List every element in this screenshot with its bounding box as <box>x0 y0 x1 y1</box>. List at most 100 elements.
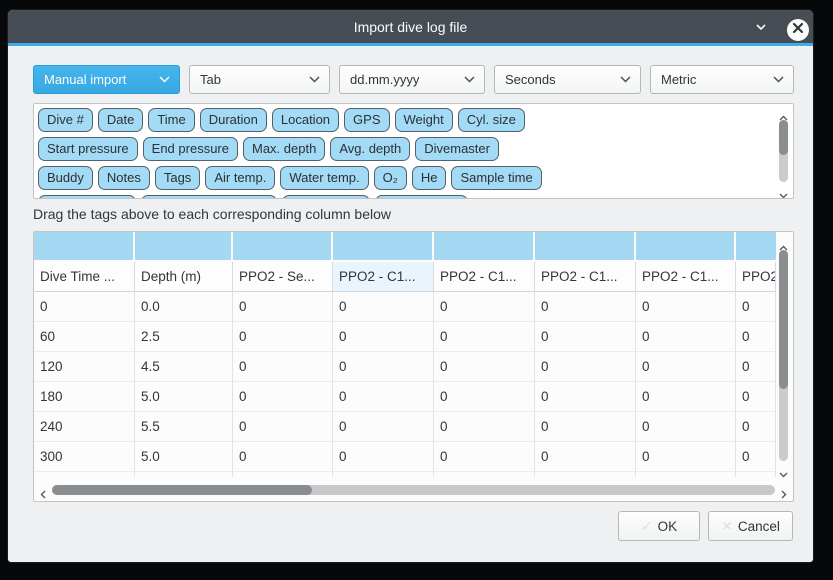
tag-location[interactable]: Location <box>272 108 339 132</box>
tag-sample-cns[interactable]: Sample CNS <box>375 195 468 199</box>
drop-target-cell[interactable] <box>434 232 535 260</box>
cancel-button[interactable]: ✕ Cancel <box>708 511 793 541</box>
tag-divemaster[interactable]: Divemaster <box>415 137 499 161</box>
tag-rows: Dive #DateTimeDurationLocationGPSWeightC… <box>34 104 793 199</box>
table-cell <box>535 472 636 477</box>
scroll-up-icon[interactable] <box>779 109 788 116</box>
table-cell: 0 <box>434 412 535 442</box>
scroll-right-icon[interactable] <box>780 486 787 495</box>
table-cell: 0 <box>736 442 776 472</box>
scrollbar-thumb[interactable] <box>779 250 788 389</box>
close-button[interactable] <box>787 19 809 41</box>
table-row: 3005.0000000 <box>34 442 776 472</box>
tag-row: Sample depth Sample temperature Sample pO₂… <box>38 195 771 199</box>
drop-target-cell[interactable] <box>233 232 333 260</box>
table-row: 2405.5000000 <box>34 412 776 442</box>
table-cell: 0 <box>333 412 434 442</box>
scrollbar-track[interactable] <box>779 120 788 182</box>
tag-time[interactable]: Time <box>148 108 194 132</box>
tag-cyl-size[interactable]: Cyl. size <box>458 108 525 132</box>
drop-target-cell[interactable] <box>736 232 776 260</box>
table-cell: 0 <box>736 292 776 322</box>
table-cell: 0 <box>434 322 535 352</box>
tag-start-pressure[interactable]: Start pressure <box>38 137 138 161</box>
tag-gps[interactable]: GPS <box>344 108 389 132</box>
tag-end-pressure[interactable]: End pressure <box>143 137 238 161</box>
table-cell <box>636 472 736 477</box>
tag-sample-po[interactable]: Sample pO₂ <box>282 195 370 199</box>
table-cell: 0 <box>233 352 333 382</box>
drop-target-cell[interactable] <box>135 232 233 260</box>
tag-dive[interactable]: Dive # <box>38 108 93 132</box>
tag-sample-depth[interactable]: Sample depth <box>38 195 136 199</box>
tag-water-temp[interactable]: Water temp. <box>280 166 368 190</box>
scrollbar-track[interactable] <box>779 250 788 461</box>
drop-target-cell[interactable] <box>333 232 434 260</box>
column-header: PPO2 - C1... <box>535 262 636 292</box>
import-dialog-window: Import dive log file Manual import Tab d… <box>8 10 813 562</box>
tag-he[interactable]: He <box>412 166 447 190</box>
scrollbar-track[interactable] <box>52 485 775 495</box>
tag-buddy[interactable]: Buddy <box>38 166 93 190</box>
tag-tags[interactable]: Tags <box>155 166 200 190</box>
table-cell: 0 <box>233 412 333 442</box>
drop-target-cell[interactable] <box>34 232 135 260</box>
table-cell: 0 <box>34 292 135 322</box>
ok-button-label: OK <box>658 519 678 534</box>
tag-sample-time[interactable]: Sample time <box>451 166 541 190</box>
date-format-value: dd.mm.yyyy <box>350 72 419 87</box>
table-cell: 0 <box>535 322 636 352</box>
tag-sample-temperature[interactable]: Sample temperature <box>141 195 277 199</box>
scrollbar-thumb[interactable] <box>52 485 312 495</box>
table-cell: 0 <box>535 292 636 322</box>
table-cell: 0.0 <box>135 292 233 322</box>
date-format-select[interactable]: dd.mm.yyyy <box>339 65 485 94</box>
tag-air-temp[interactable]: Air temp. <box>205 166 275 190</box>
drop-target-cell[interactable] <box>535 232 636 260</box>
tag-notes[interactable]: Notes <box>98 166 150 190</box>
table-cell: 0 <box>736 412 776 442</box>
tag-row: Start pressureEnd pressureMax. depthAvg.… <box>38 137 771 161</box>
chevron-down-icon <box>159 76 170 83</box>
table-cell: 0 <box>636 442 736 472</box>
tag-max-depth[interactable]: Max. depth <box>243 137 325 161</box>
scroll-left-icon[interactable] <box>40 486 47 495</box>
chevron-down-icon <box>620 76 631 83</box>
tag-weight[interactable]: Weight <box>395 108 453 132</box>
field-separator-select[interactable]: Tab <box>189 65 330 94</box>
tag-avg-depth[interactable]: Avg. depth <box>330 137 410 161</box>
table-cell: 0 <box>434 382 535 412</box>
tag-pool-vertical-scrollbar <box>776 106 791 196</box>
table-cell: 0 <box>333 292 434 322</box>
column-header: PPO2 - Se... <box>233 262 333 292</box>
cancel-cross-icon: ✕ <box>721 518 733 535</box>
ok-button[interactable]: ✓ OK <box>618 511 700 541</box>
table-cell: 0 <box>233 322 333 352</box>
scroll-down-icon[interactable] <box>779 186 788 193</box>
scroll-up-icon[interactable] <box>779 239 788 246</box>
drop-target-cell[interactable] <box>636 232 736 260</box>
tag-duration[interactable]: Duration <box>200 108 267 132</box>
table-cell: 0 <box>333 382 434 412</box>
table-cell <box>736 472 776 477</box>
shade-chevron-down-icon[interactable] <box>753 19 769 35</box>
table-cell: 0 <box>333 322 434 352</box>
tag-date[interactable]: Date <box>98 108 143 132</box>
table-row: 1204.5000000 <box>34 352 776 382</box>
tag-row: BuddyNotesTagsAir temp.Water temp.O₂HeSa… <box>38 166 771 190</box>
tag-o[interactable]: O₂ <box>374 166 407 190</box>
scroll-down-icon[interactable] <box>779 465 788 472</box>
table-row: 00.0000000 <box>34 292 776 322</box>
table-cell: 60 <box>34 322 135 352</box>
scrollbar-thumb[interactable] <box>779 120 788 155</box>
drag-hint-text: Drag the tags above to each correspondin… <box>33 206 391 222</box>
time-format-select[interactable]: Seconds <box>494 65 641 94</box>
table-cell: 0 <box>736 352 776 382</box>
table-cell: 120 <box>34 352 135 382</box>
table-cell: 0 <box>535 442 636 472</box>
table-cell: 0 <box>636 352 736 382</box>
units-select[interactable]: Metric <box>650 65 794 94</box>
table-cell: 5.5 <box>135 412 233 442</box>
table-cell: 4.5 <box>135 352 233 382</box>
import-mode-select[interactable]: Manual import <box>33 65 180 94</box>
